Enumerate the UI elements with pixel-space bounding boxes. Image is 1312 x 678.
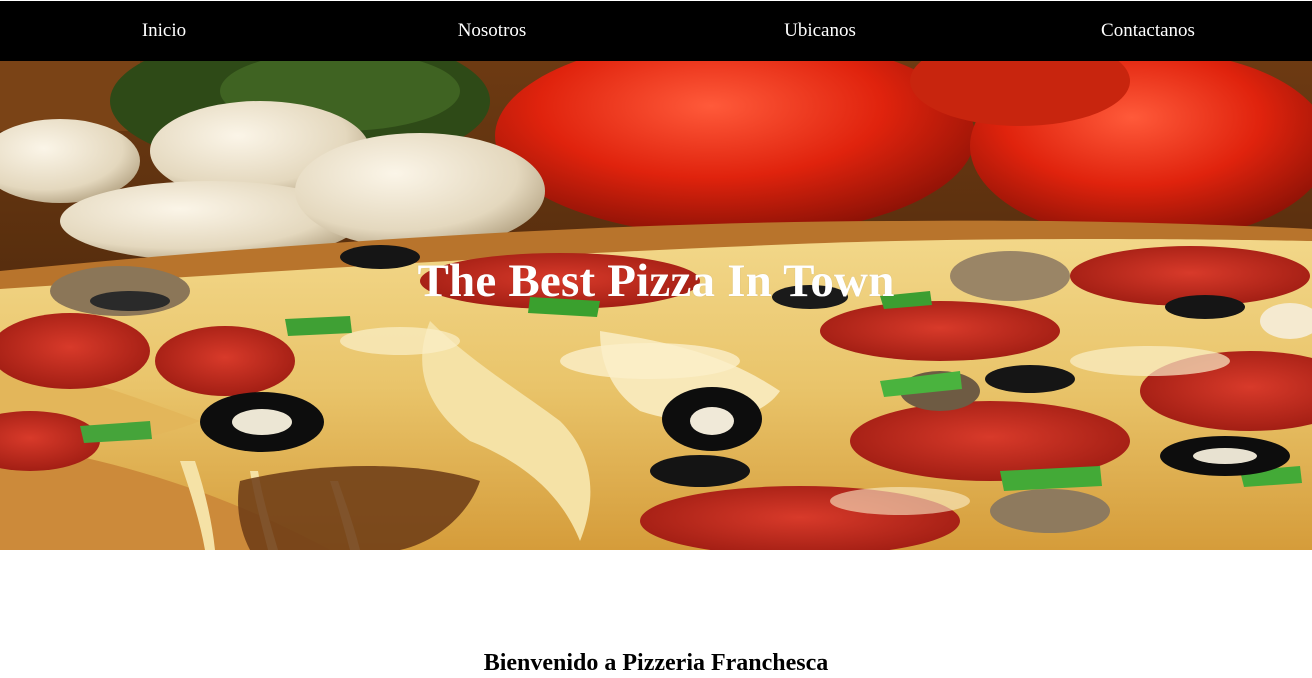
welcome-heading: Bienvenido a Pizzeria Franchesca [483, 649, 829, 676]
hero-banner: The Best Pizza In Town [0, 61, 1312, 550]
top-navigation-bar: Inicio Nosotros Ubicanos Contactanos [0, 1, 1312, 61]
nav-item-nosotros[interactable]: Nosotros [328, 1, 656, 61]
hero-title: The Best Pizza In Town [417, 255, 895, 308]
nav-item-contactanos[interactable]: Contactanos [984, 1, 1312, 61]
nav-item-inicio[interactable]: Inicio [0, 1, 328, 61]
nav-item-ubicanos[interactable]: Ubicanos [656, 1, 984, 61]
